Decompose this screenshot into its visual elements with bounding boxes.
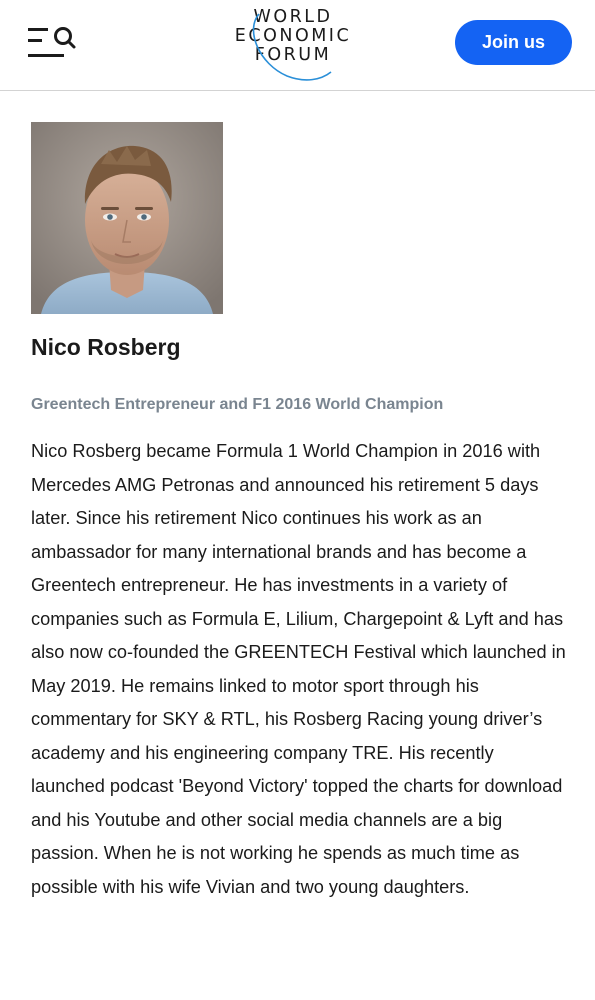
profile-portrait <box>31 122 223 314</box>
portrait-photo <box>31 122 223 314</box>
menu-search-icon <box>28 27 76 57</box>
profile-bio: Nico Rosberg became Formula 1 World Cham… <box>31 441 566 897</box>
wef-logo[interactable]: WORLD ECONOMIC FORUM <box>229 8 357 84</box>
profile-role: Greentech Entrepreneur and F1 2016 World… <box>31 396 444 413</box>
profile-name: Nico Rosberg <box>31 334 181 360</box>
join-us-button[interactable]: Join us <box>455 20 572 65</box>
site-header: WORLD ECONOMIC FORUM Join us <box>0 0 595 91</box>
menu-search-button[interactable] <box>26 24 78 62</box>
logo-arc-icon <box>252 13 332 81</box>
